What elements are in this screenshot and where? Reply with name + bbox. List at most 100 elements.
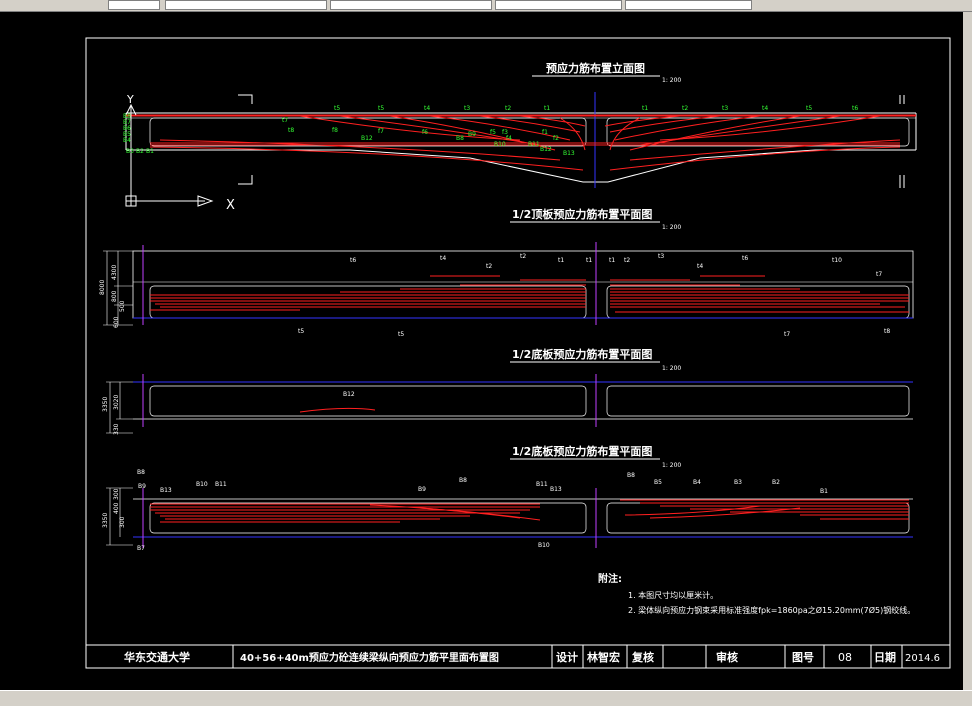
tendon-label: t1 bbox=[609, 257, 615, 264]
bottom-slab-scale: 1: 200 bbox=[662, 462, 681, 469]
ucs-axis bbox=[125, 103, 214, 207]
vertical-scrollbar[interactable] bbox=[963, 12, 972, 690]
tendon-label: B10 bbox=[196, 481, 208, 488]
beam-bottom-chord bbox=[126, 149, 916, 183]
tendon-label: B8 bbox=[459, 477, 467, 484]
tendon-label: t8 bbox=[884, 328, 890, 335]
tendon-label: B9 bbox=[138, 483, 146, 490]
tendon-label: f6 bbox=[422, 129, 428, 136]
tendon-label: t2 bbox=[486, 263, 492, 270]
dim-text: 600 bbox=[113, 316, 120, 328]
top-slab-scale: 1: 200 bbox=[662, 224, 681, 231]
tendon-label: t2 bbox=[624, 257, 630, 264]
tendon-label: t6 bbox=[742, 255, 748, 262]
lineweight-dropdown[interactable] bbox=[625, 0, 752, 10]
tendon-label: B11 bbox=[215, 481, 227, 488]
color-dropdown[interactable] bbox=[330, 0, 492, 10]
toolbar-icons[interactable] bbox=[108, 0, 160, 10]
tendon-label: f5 bbox=[490, 129, 496, 136]
tendon-label: B8 bbox=[456, 135, 464, 142]
tendon-label: t1 bbox=[558, 257, 564, 264]
dim-text: 300 bbox=[113, 488, 120, 500]
note-item: 1. 本图尺寸均以厘米计。 bbox=[628, 590, 718, 600]
tendon-label: B11 bbox=[528, 141, 540, 148]
tendon-label: t10 bbox=[832, 257, 842, 264]
tendon-label: B3 bbox=[734, 479, 742, 486]
tendon-label: t1 bbox=[642, 105, 648, 112]
school-name: 华东交通大学 bbox=[124, 650, 190, 664]
tendon-label: t4 bbox=[440, 255, 446, 262]
tendon-label: B5 bbox=[654, 479, 662, 486]
tendon-label: t3 bbox=[658, 253, 664, 260]
bottom-slab-title: 1/2底板预应力筋布置平面图 bbox=[512, 444, 652, 458]
tendon-label: t3 bbox=[464, 105, 470, 112]
tendon-label: t4 bbox=[697, 263, 703, 270]
cad-drawing-canvas[interactable]: 预应力筋布置立面图 1: 200 Y X t5 t5 t4 t3 t2 t1 t… bbox=[0, 12, 963, 690]
tendon-label: B12 bbox=[343, 391, 355, 398]
tendon-label: t6 bbox=[852, 105, 858, 112]
tendon-label: B4 bbox=[693, 479, 701, 486]
date-label: 日期 bbox=[874, 650, 896, 664]
dim-text: 8000 bbox=[99, 280, 106, 295]
tendon-label: B8 bbox=[137, 469, 145, 476]
top-slab-title: 1/2顶板预应力筋布置平面图 bbox=[512, 207, 652, 221]
tendon-label: B13 bbox=[550, 486, 562, 493]
tendon-label: f3 bbox=[502, 129, 508, 136]
web-scale: 1: 200 bbox=[662, 365, 681, 372]
bottom-slab-plan: 1/2底板预应力筋布置平面图 1: 200 3350 300 400 300 B… bbox=[102, 444, 913, 552]
tendon-label: B9 bbox=[468, 131, 476, 138]
tendon-label: B4 bbox=[123, 137, 131, 144]
dim-text: 300 bbox=[119, 516, 126, 528]
tendon-label: B12 bbox=[361, 135, 373, 142]
dim-text: 3350 bbox=[102, 513, 109, 528]
tendon-label: t5 bbox=[334, 105, 340, 112]
tendon-label: B10 bbox=[538, 542, 550, 549]
notes: 附注: 1. 本图尺寸均以厘米计。 2. 梁体纵向预应力钢束采用标准强度fpk=… bbox=[598, 572, 915, 615]
tendon-label: t2 bbox=[505, 105, 511, 112]
elevation-left-labels: B8 B7 B6 B5 B4 B3 B2 B1 bbox=[123, 113, 154, 155]
dim-text: 500 bbox=[119, 300, 126, 312]
linetype-dropdown[interactable] bbox=[495, 0, 622, 10]
tendon-label: t8 bbox=[288, 127, 294, 134]
project-title: 40+56+40m预应力砼连续梁纵向预应力筋平里面布置图 bbox=[240, 651, 499, 664]
dim-text: 330 bbox=[113, 423, 120, 435]
review-label: 复核 bbox=[631, 650, 654, 664]
toolbar bbox=[0, 0, 972, 12]
elevation-top-labels: t5 t5 t4 t3 t2 t1 t1 t2 t3 t4 t5 t6 bbox=[334, 105, 858, 112]
tendon-label: t4 bbox=[424, 105, 430, 112]
dim-text: 4300 bbox=[111, 265, 118, 280]
dim-text: 3020 bbox=[113, 395, 120, 410]
tendon-label: B10 bbox=[494, 141, 506, 148]
drawing-no-label: 图号 bbox=[792, 651, 814, 664]
elevation-title: 预应力筋布置立面图 bbox=[546, 61, 645, 75]
tendon-label: t1 bbox=[586, 257, 592, 264]
tendon-label: B13 bbox=[160, 487, 172, 494]
note-item: 2. 梁体纵向预应力钢束采用标准强度fpk=1860pa之Ø15.20mm(7Ø… bbox=[628, 605, 915, 615]
tendon-label: t5 bbox=[378, 105, 384, 112]
tendon-label: B2 bbox=[772, 479, 780, 486]
tendon-label: B2 bbox=[136, 148, 144, 155]
layer-dropdown[interactable] bbox=[165, 0, 327, 10]
status-bar bbox=[0, 690, 972, 706]
tendon-label: B7 bbox=[137, 545, 145, 552]
web-plan: 1/2底板预应力筋布置平面图 1: 200 3350 3020 330 B12 bbox=[102, 347, 913, 435]
elevation-scale: 1: 200 bbox=[662, 77, 681, 84]
tendon-label: f8 bbox=[332, 127, 338, 134]
tendon-label: t4 bbox=[762, 105, 768, 112]
axis-x-label: X bbox=[226, 198, 235, 213]
date-value: 2014.6 bbox=[905, 653, 940, 664]
tendon-label: B12 bbox=[540, 146, 552, 153]
tendon-label: t7 bbox=[784, 331, 790, 338]
tendon-label: f2 bbox=[553, 135, 559, 142]
axis-y-label: Y bbox=[126, 93, 134, 106]
dim-text: 800 bbox=[111, 290, 118, 302]
tendon-label: B8 bbox=[627, 472, 635, 479]
tendon-label: t6 bbox=[350, 257, 356, 264]
tendon-label: t3 bbox=[722, 105, 728, 112]
tendon-label: B3 bbox=[126, 148, 134, 155]
tendon-label: f4 bbox=[506, 135, 512, 142]
web-title: 1/2底板预应力筋布置平面图 bbox=[512, 347, 652, 361]
dim-text: 3350 bbox=[102, 397, 109, 412]
tendon-label: f7 bbox=[378, 128, 384, 135]
dim-text: 400 bbox=[113, 502, 120, 514]
